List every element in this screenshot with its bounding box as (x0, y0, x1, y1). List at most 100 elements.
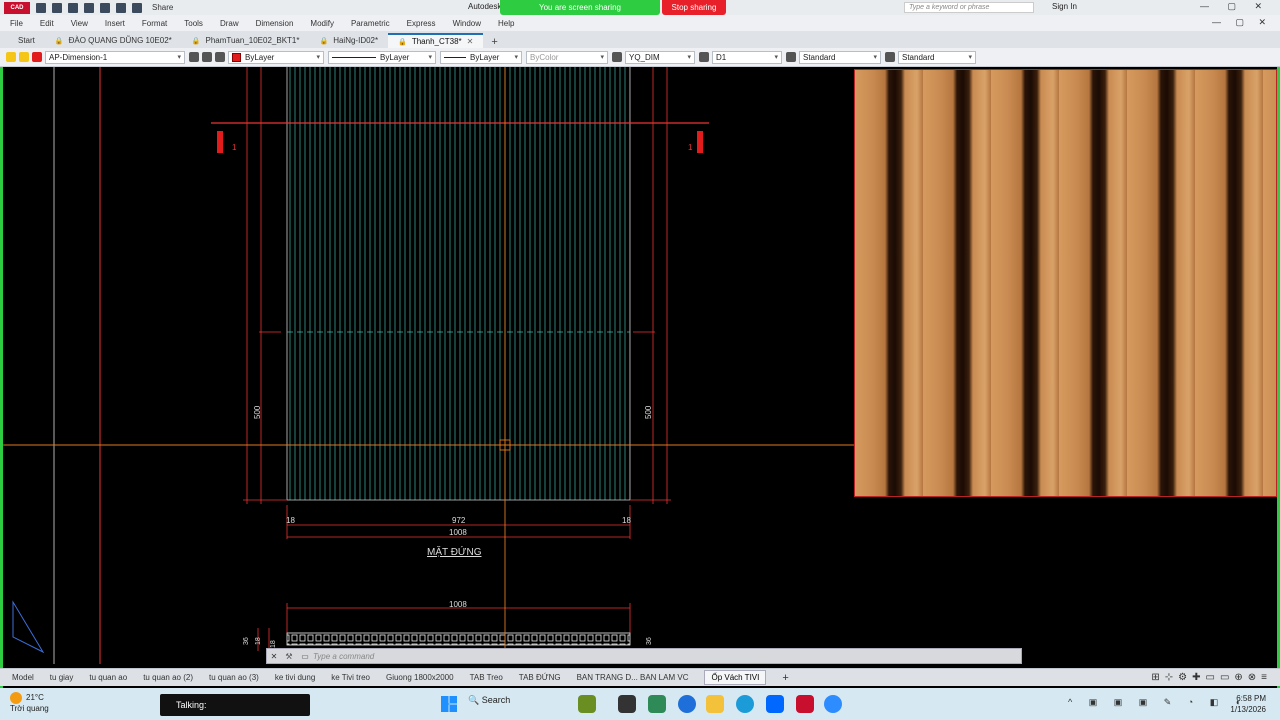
tab-file-3[interactable]: 🔒 HaiNg-ID02* (309, 33, 388, 48)
section-label-right: 1 (688, 143, 693, 152)
menu-view[interactable]: View (71, 19, 88, 28)
close-icon[interactable]: ✕ (267, 652, 281, 661)
menu-edit[interactable]: Edit (40, 19, 54, 28)
tab-file-1[interactable]: 🔒 ĐÀO QUANG DŨNG 10E02* (45, 33, 182, 48)
layer-color-icon[interactable] (32, 52, 42, 62)
open-icon[interactable] (52, 2, 62, 13)
app-icon[interactable] (618, 695, 636, 713)
saveas-icon[interactable] (84, 2, 94, 13)
mleader-style-icon[interactable] (885, 52, 895, 62)
layout-tab[interactable]: tu quan ao (2) (143, 673, 193, 682)
windows-taskbar: 21°C Trời quang Talking: 🔍 Search ^ ▣ ▣ … (0, 688, 1280, 720)
text-style-icon[interactable] (612, 52, 622, 62)
dimstyle-icon[interactable] (699, 52, 709, 62)
command-line[interactable]: ✕ ⚒ ▭ Type a command (266, 648, 1022, 664)
layout-tab[interactable]: ke Tivi treo (331, 673, 370, 682)
layout-tab[interactable]: tu quan ao (89, 673, 127, 682)
clock[interactable]: 6:58 PM 1/13/2026 (1230, 693, 1266, 715)
status-bar-icons[interactable]: ⊞⊹⚙✚▭▭⊕⊗≡ (1151, 672, 1272, 683)
plotstyle-dropdown[interactable]: ByColor ▾ (526, 50, 608, 64)
tab-start[interactable]: Start (8, 33, 45, 48)
weather-widget[interactable]: 21°C Trời quang (10, 692, 49, 714)
tab-file-4[interactable]: 🔒 Thanh_CT38* ✕ (388, 33, 484, 48)
drawing-canvas[interactable]: 500 500 18 972 18 1008 MẶT ĐỨNG 1008 36 … (3, 67, 1277, 664)
plan-dim-18-left: 18 (255, 637, 262, 645)
multileader-dropdown[interactable]: D1 ▾ (712, 50, 782, 64)
menu-modify[interactable]: Modify (310, 19, 334, 28)
layout-tab-model[interactable]: Model (12, 673, 34, 682)
zalo-icon[interactable] (766, 695, 784, 713)
document-window-controls[interactable]: — ▢ ✕ (1212, 17, 1272, 28)
plot-icon[interactable] (100, 2, 110, 13)
layout-tab[interactable]: tu quan ao (3) (209, 673, 259, 682)
menu-format[interactable]: Format (142, 19, 167, 28)
new-icon[interactable] (36, 2, 46, 13)
chevron-down-icon: ▾ (428, 53, 432, 61)
chevron-down-icon: ▾ (177, 53, 181, 61)
layer-properties-icon[interactable] (189, 52, 199, 62)
layout-tab[interactable]: BAN TRANG D... BAN LAM VC (577, 673, 689, 682)
file-explorer-icon[interactable] (706, 695, 724, 713)
share-button[interactable]: Share (152, 3, 173, 12)
sign-in-button[interactable]: Sign In (1052, 2, 1077, 11)
windows-start-icon[interactable] (441, 696, 457, 712)
tab-file-2[interactable]: 🔒 PhamTuan_10E02_BKT1* (182, 33, 310, 48)
redo-icon[interactable] (132, 2, 142, 13)
cad-app-icon[interactable] (796, 695, 814, 713)
layout-tab[interactable]: TAB Treo (470, 673, 503, 682)
layout-tab[interactable]: TAB ĐỨNG (519, 673, 561, 682)
match-layer-icon[interactable] (215, 52, 225, 62)
menu-parametric[interactable]: Parametric (351, 19, 390, 28)
layout-tab-active[interactable]: Ốp Vách TIVI (704, 670, 767, 685)
app-logo[interactable]: CAD (4, 1, 30, 14)
menu-insert[interactable]: Insert (105, 19, 125, 28)
wrench-icon[interactable]: ⚒ (281, 652, 297, 661)
add-layout-button[interactable]: + (782, 672, 788, 684)
tablestyle-dropdown[interactable]: Standard ▾ (799, 50, 881, 64)
help-search-input[interactable]: Type a keyword or phrase (904, 2, 1034, 13)
plan-slat-section (286, 632, 631, 646)
window-controls[interactable]: — ▢ ✕ (1200, 1, 1270, 12)
table-style-icon[interactable] (786, 52, 796, 62)
layer-dropdown[interactable]: AP-Dimension-1 ▾ (45, 50, 185, 64)
color-dropdown[interactable]: ByLayer ▾ (228, 50, 324, 64)
command-prompt-icon: ▭ (301, 651, 309, 661)
menu-express[interactable]: Express (407, 19, 436, 28)
menu-help[interactable]: Help (498, 19, 514, 28)
layout-tab[interactable]: ke tivi dung (275, 673, 315, 682)
undo-icon[interactable] (116, 2, 126, 13)
section-marker-left (217, 131, 223, 153)
menu-tools[interactable]: Tools (184, 19, 203, 28)
layer-state-icon[interactable] (6, 52, 16, 62)
chevron-down-icon: ▾ (514, 53, 518, 61)
lineweight-dropdown[interactable]: ByLayer ▾ (440, 50, 522, 64)
system-tray[interactable]: ^ ▣ ▣ ▣ ✎ ◔ ◧ ◖ (1068, 697, 1247, 708)
menu-dimension[interactable]: Dimension (256, 19, 294, 28)
command-input[interactable]: Type a command (313, 652, 374, 661)
app-icon[interactable] (678, 695, 696, 713)
dim-height-left: 500 (253, 405, 262, 419)
title-bar: CAD Share Autodesk You are screen sharin… (0, 0, 1280, 15)
zoom-icon[interactable] (824, 695, 842, 713)
plan-dim-total: 1008 (449, 600, 467, 609)
app-icon[interactable] (648, 695, 666, 713)
lineweight-sample (444, 56, 466, 58)
menu-draw[interactable]: Draw (220, 19, 239, 28)
textstyle-dropdown[interactable]: Standard ▾ (898, 50, 976, 64)
linetype-dropdown[interactable]: ByLayer ▾ (328, 50, 436, 64)
freeze-icon[interactable] (19, 52, 29, 62)
new-tab-button[interactable]: + (483, 36, 505, 48)
menu-file[interactable]: File (10, 19, 23, 28)
taskbar-search[interactable]: 🔍 Search (468, 695, 510, 706)
layout-tab[interactable]: tu giay (50, 673, 74, 682)
menu-window[interactable]: Window (453, 19, 481, 28)
layout-tab[interactable]: Giuong 1800x2000 (386, 673, 454, 682)
dimstyle-dropdown[interactable]: YQ_DIM ▾ (625, 50, 695, 64)
close-icon[interactable]: ✕ (467, 37, 474, 46)
edge-icon[interactable] (736, 695, 754, 713)
save-icon[interactable] (68, 2, 78, 13)
stop-sharing-button[interactable]: Stop sharing (662, 0, 726, 15)
make-current-icon[interactable] (202, 52, 212, 62)
multileader-value: D1 (716, 52, 727, 62)
app-icon[interactable] (578, 695, 596, 713)
